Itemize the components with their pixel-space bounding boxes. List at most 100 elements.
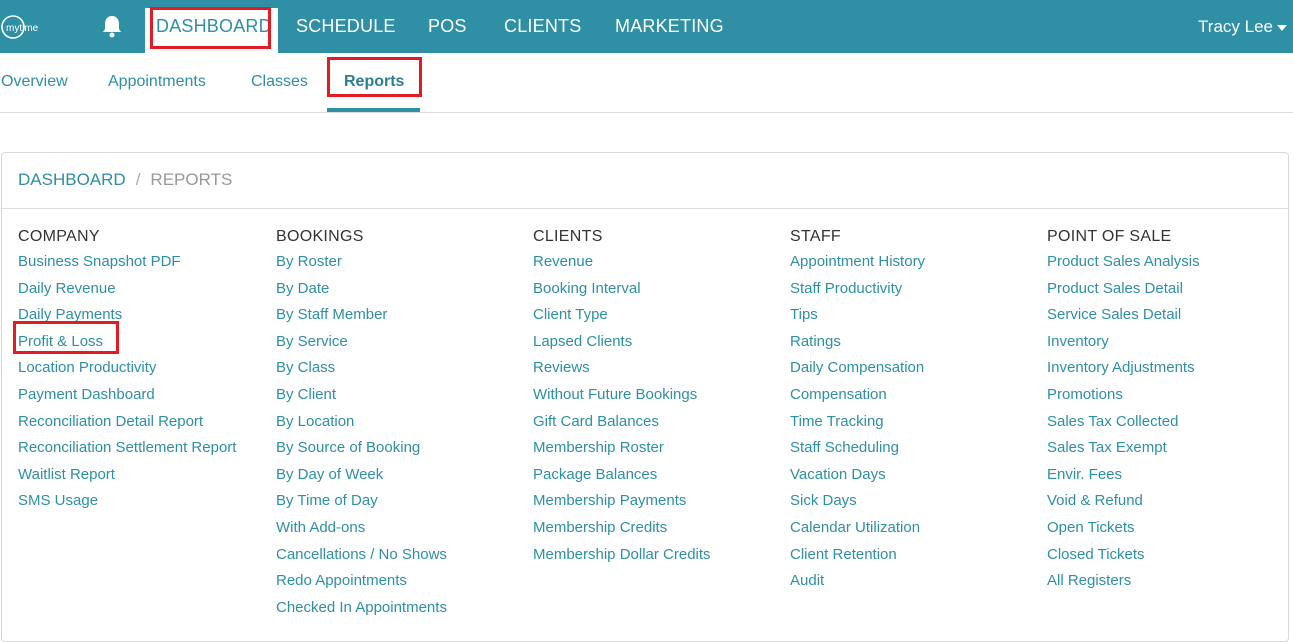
- caret-down-icon: [1277, 24, 1287, 31]
- column-bookings: BOOKINGS By Roster By Date By Staff Member…: [276, 226, 516, 621]
- column-title-point-of-sale: POINT OF SALE: [1047, 228, 1172, 245]
- report-link[interactable]: Redo Appointments: [276, 568, 516, 595]
- report-link[interactable]: Closed Tickets: [1047, 542, 1287, 569]
- report-link[interactable]: Staff Scheduling: [790, 435, 1030, 462]
- mytime-logo[interactable]: mytime: [0, 12, 70, 42]
- report-list-point-of-sale: Product Sales Analysis Product Sales Deta…: [1047, 249, 1287, 595]
- column-company: COMPANY Business Snapshot PDF Daily Reven…: [18, 226, 258, 515]
- user-name: Tracy Lee: [1198, 17, 1273, 36]
- report-link[interactable]: By Time of Day: [276, 488, 516, 515]
- report-link[interactable]: Revenue: [533, 249, 773, 276]
- report-link[interactable]: Package Balances: [533, 462, 773, 489]
- report-link[interactable]: Lapsed Clients: [533, 329, 773, 356]
- report-link[interactable]: Promotions: [1047, 382, 1287, 409]
- report-link[interactable]: Client Type: [533, 302, 773, 329]
- report-link[interactable]: Checked In Appointments: [276, 595, 516, 622]
- report-list-bookings: By Roster By Date By Staff Member By Servic…: [276, 249, 516, 621]
- report-link[interactable]: By Day of Week: [276, 462, 516, 489]
- nav-pos[interactable]: POS: [428, 0, 467, 53]
- breadcrumb-dashboard[interactable]: DASHBOARD: [18, 170, 126, 189]
- report-link[interactable]: Appointment History: [790, 249, 1030, 276]
- report-link[interactable]: Open Tickets: [1047, 515, 1287, 542]
- column-clients: CLIENTS Revenue Booking Interval Client Ty…: [533, 226, 773, 568]
- report-link[interactable]: Membership Payments: [533, 488, 773, 515]
- report-link[interactable]: Envir. Fees: [1047, 462, 1287, 489]
- report-link[interactable]: Sales Tax Collected: [1047, 409, 1287, 436]
- report-link[interactable]: With Add-ons: [276, 515, 516, 542]
- column-title-bookings: BOOKINGS: [276, 228, 364, 245]
- breadcrumb: DASHBOARD / REPORTS: [18, 170, 232, 190]
- report-link[interactable]: Membership Credits: [533, 515, 773, 542]
- report-link[interactable]: By Roster: [276, 249, 516, 276]
- report-link[interactable]: Product Sales Detail: [1047, 276, 1287, 303]
- column-staff: STAFF Appointment History Staff Productiv…: [790, 226, 1030, 595]
- report-link[interactable]: Membership Roster: [533, 435, 773, 462]
- logo-text: mytime: [6, 23, 39, 34]
- report-link[interactable]: Payment Dashboard: [18, 382, 258, 409]
- report-link[interactable]: Cancellations / No Shows: [276, 542, 516, 569]
- report-link[interactable]: Vacation Days: [790, 462, 1030, 489]
- report-link[interactable]: Ratings: [790, 329, 1030, 356]
- report-link[interactable]: Product Sales Analysis: [1047, 249, 1287, 276]
- report-link[interactable]: Waitlist Report: [18, 462, 258, 489]
- report-link[interactable]: By Class: [276, 355, 516, 382]
- report-link[interactable]: By Service: [276, 329, 516, 356]
- nav-clients[interactable]: CLIENTS: [504, 0, 581, 53]
- report-link[interactable]: Calendar Utilization: [790, 515, 1030, 542]
- report-link[interactable]: Staff Productivity: [790, 276, 1030, 303]
- column-point-of-sale: POINT OF SALE Product Sales Analysis Prod…: [1047, 226, 1287, 595]
- active-tab-indicator: [327, 108, 420, 112]
- report-link[interactable]: Booking Interval: [533, 276, 773, 303]
- report-link[interactable]: Without Future Bookings: [533, 382, 773, 409]
- report-link[interactable]: Inventory: [1047, 329, 1287, 356]
- report-link[interactable]: Reconciliation Detail Report: [18, 409, 258, 436]
- report-link[interactable]: Compensation: [790, 382, 1030, 409]
- subnav-classes[interactable]: Classes: [251, 73, 308, 91]
- report-link[interactable]: SMS Usage: [18, 488, 258, 515]
- report-list-staff: Appointment History Staff Productivity Tip…: [790, 249, 1030, 595]
- column-title-clients: CLIENTS: [533, 228, 603, 245]
- breadcrumb-separator: /: [135, 170, 141, 189]
- report-link[interactable]: Service Sales Detail: [1047, 302, 1287, 329]
- subnav-reports[interactable]: Reports: [344, 73, 404, 91]
- sub-navigation: Overview Appointments Classes Reports: [0, 53, 1293, 113]
- nav-dashboard[interactable]: DASHBOARD: [156, 0, 272, 53]
- report-link[interactable]: Void & Refund: [1047, 488, 1287, 515]
- report-link[interactable]: Gift Card Balances: [533, 409, 773, 436]
- report-link[interactable]: Client Retention: [790, 542, 1030, 569]
- report-link[interactable]: Business Snapshot PDF: [18, 249, 258, 276]
- bell-icon[interactable]: [100, 13, 124, 39]
- report-link[interactable]: Inventory Adjustments: [1047, 355, 1287, 382]
- report-link[interactable]: Tips: [790, 302, 1030, 329]
- report-link[interactable]: By Location: [276, 409, 516, 436]
- panel-divider: [2, 208, 1288, 209]
- nav-marketing[interactable]: MARKETING: [615, 0, 724, 53]
- nav-schedule[interactable]: SCHEDULE: [296, 0, 396, 53]
- report-link[interactable]: Daily Revenue: [18, 276, 258, 303]
- report-link[interactable]: By Staff Member: [276, 302, 516, 329]
- top-navigation-bar: mytime DASHBOARD SCHEDULE POS CLIENTS MA…: [0, 0, 1293, 53]
- report-link[interactable]: By Client: [276, 382, 516, 409]
- user-menu[interactable]: Tracy Lee: [1198, 0, 1287, 53]
- report-link[interactable]: Membership Dollar Credits: [533, 542, 773, 569]
- report-link[interactable]: Reconciliation Settlement Report: [18, 435, 258, 462]
- subnav-appointments[interactable]: Appointments: [108, 73, 206, 91]
- column-title-staff: STAFF: [790, 228, 841, 245]
- breadcrumb-current: REPORTS: [150, 170, 233, 189]
- subnav-overview[interactable]: Overview: [1, 73, 68, 91]
- report-link[interactable]: By Date: [276, 276, 516, 303]
- report-link[interactable]: Daily Payments: [18, 302, 258, 329]
- report-link[interactable]: All Registers: [1047, 568, 1287, 595]
- report-link[interactable]: Daily Compensation: [790, 355, 1030, 382]
- report-link[interactable]: Location Productivity: [18, 355, 258, 382]
- report-link[interactable]: Reviews: [533, 355, 773, 382]
- column-title-company: COMPANY: [18, 228, 100, 245]
- report-link[interactable]: By Source of Booking: [276, 435, 516, 462]
- report-link[interactable]: Sick Days: [790, 488, 1030, 515]
- report-link[interactable]: Profit & Loss: [18, 329, 258, 356]
- report-link[interactable]: Time Tracking: [790, 409, 1030, 436]
- report-list-company: Business Snapshot PDF Daily Revenue Daily …: [18, 249, 258, 515]
- report-list-clients: Revenue Booking Interval Client Type Lapsed…: [533, 249, 773, 568]
- report-link[interactable]: Audit: [790, 568, 1030, 595]
- report-link[interactable]: Sales Tax Exempt: [1047, 435, 1287, 462]
